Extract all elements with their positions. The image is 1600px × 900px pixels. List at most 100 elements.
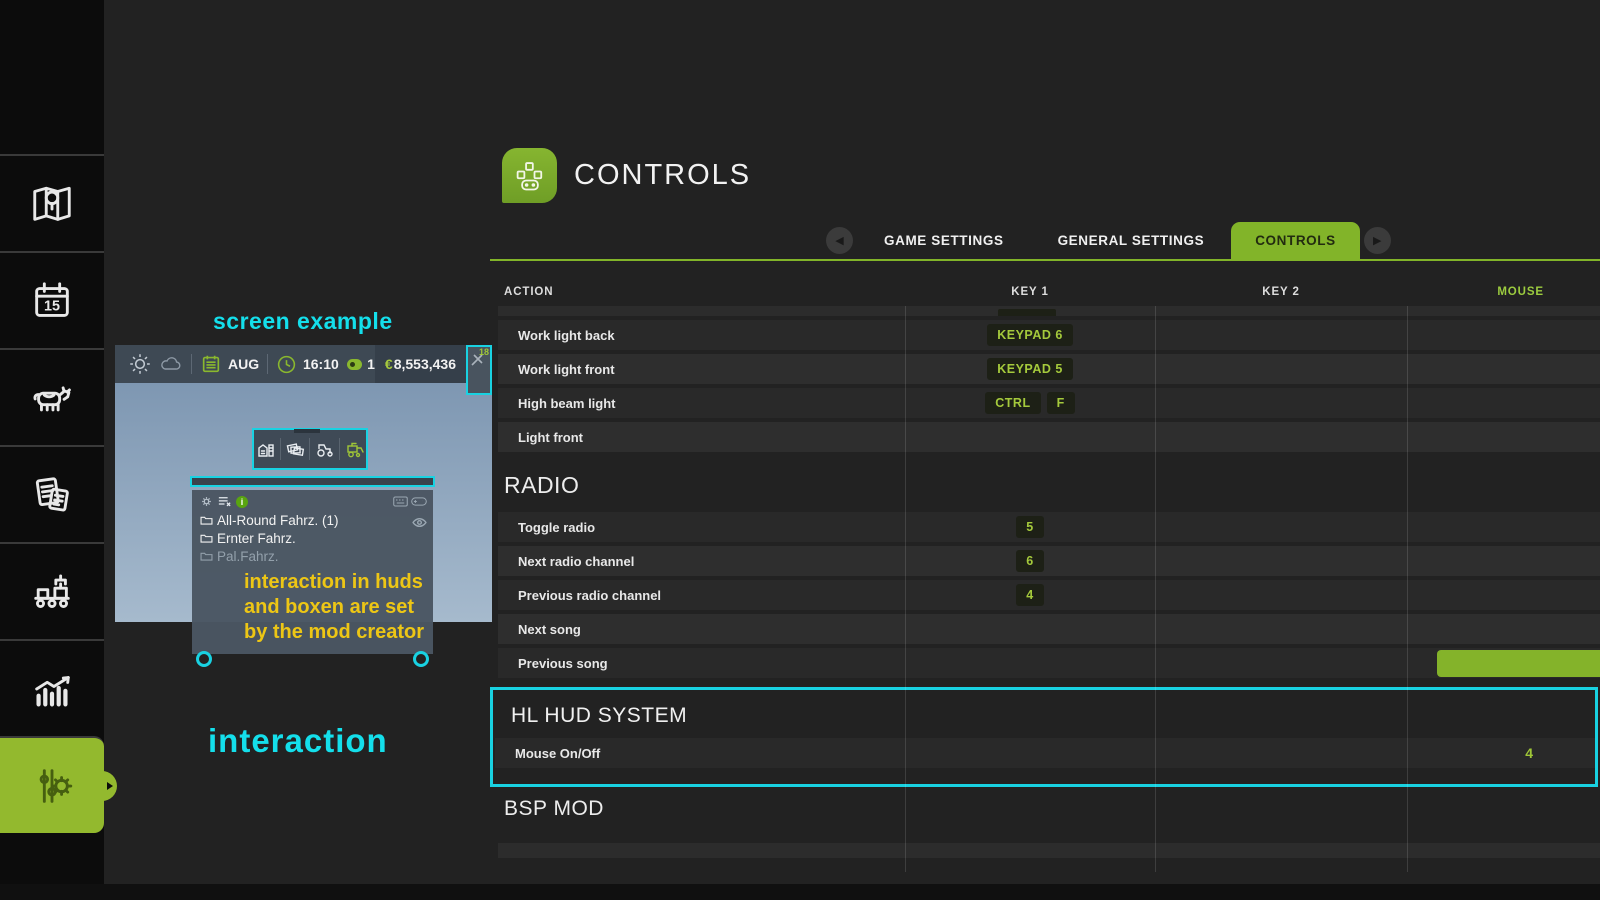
mouse-cell: 4 (1404, 738, 1595, 768)
folder-icon (200, 551, 213, 561)
gamepad-icon (411, 496, 427, 507)
key-badge[interactable]: CTRL (985, 392, 1040, 415)
key1-cell: 5 (905, 516, 1155, 539)
resize-handle-left (196, 651, 212, 667)
table-row[interactable]: Mouse On/Off4 (495, 738, 1595, 768)
column-header-key1: KEY 1 (905, 286, 1155, 298)
tab-underline (490, 259, 1600, 261)
table-row[interactable]: High beam light CTRL F (498, 388, 1600, 418)
money-value: 8,553,436 (394, 356, 456, 372)
keyboard-icon (393, 496, 408, 507)
panel-titlebar-highlight (190, 476, 435, 487)
buildings-icon (256, 439, 276, 459)
settings-icon (29, 763, 75, 809)
inset-calendar-icon (200, 353, 222, 375)
annotation-screen-example: screen example (213, 308, 393, 335)
key1-cell: KEYPAD 5 (905, 358, 1155, 381)
sidebar-spacer (0, 0, 104, 154)
mouse-cell (1407, 512, 1600, 542)
folder-icon (200, 533, 213, 543)
mouse-cell (1407, 614, 1600, 644)
vehicle-list-label: Pal.Fahrz. (217, 549, 279, 564)
inset-day-value: 1 (367, 356, 375, 372)
panel-body: i All-Round Fahrz. (1)Ernter Fahrz.Pal.F… (192, 490, 433, 654)
key-badge[interactable]: 5 (1016, 516, 1044, 539)
mouse-cell (1407, 388, 1600, 418)
inset-hud-iconbar (252, 428, 368, 470)
sidebar-item-animals[interactable] (0, 348, 104, 445)
table-row[interactable]: Work light backKEYPAD 6 (498, 320, 1600, 350)
bottom-strip (0, 884, 1600, 900)
table-row[interactable]: Next song (498, 614, 1600, 644)
key-badge[interactable]: 6 (1016, 550, 1044, 573)
table-row[interactable]: Next radio channel 6 (498, 546, 1600, 576)
sun-icon (127, 351, 153, 377)
sidebar: 15 (0, 0, 104, 900)
tab-controls[interactable]: CONTROLS (1231, 222, 1360, 259)
mouse-cell (1407, 648, 1600, 678)
harvester-icon (344, 439, 364, 459)
inset-sky: i All-Round Fahrz. (1)Ernter Fahrz.Pal.F… (115, 383, 492, 622)
key-badge[interactable]: KEYPAD 6 (987, 324, 1073, 347)
key1-cell: CTRL F (905, 392, 1155, 415)
hud-note-line: and boxen are set (244, 595, 424, 620)
table-row[interactable]: Work light front KEYPAD 5 (498, 354, 1600, 384)
panel-toolbar-right (393, 496, 427, 507)
eye-icon (412, 517, 427, 528)
column-header-action: ACTION (504, 286, 553, 298)
action-label: High beam light (498, 396, 905, 411)
tab-game-settings[interactable]: GAME SETTINGS (857, 222, 1031, 259)
prev-tab-arrow-icon[interactable]: ◀ (826, 227, 853, 254)
folder-icon (200, 515, 213, 525)
table-body: Work light backKEYPAD 6 Work light front K… (498, 320, 1600, 825)
vehicle-list-item: All-Round Fahrz. (1) (200, 511, 425, 529)
page-title: CONTROLS (574, 159, 751, 192)
table-row[interactable]: Previous song (498, 648, 1600, 678)
hud-note-line: by the mod creator (244, 620, 424, 645)
inset-hud-panel: i All-Round Fahrz. (1)Ernter Fahrz.Pal.F… (190, 476, 435, 660)
next-tab-arrow-icon[interactable]: ▶ (1364, 227, 1391, 254)
key-badge[interactable]: 4 (1016, 584, 1044, 607)
cow-icon (29, 375, 75, 421)
tab-list: GAME SETTINGSGENERAL SETTINGSCONTROLS (857, 222, 1360, 259)
inset-money: €8,553,436 (375, 345, 466, 383)
action-label: Next radio channel (498, 554, 905, 569)
table-row[interactable]: Previous radio channel4 (498, 580, 1600, 610)
svg-text:15: 15 (44, 298, 60, 314)
section-title: HL HUD SYSTEM (495, 690, 1595, 738)
sidebar-item-statistics[interactable] (0, 639, 104, 736)
key-badge[interactable]: KEYPAD 5 (987, 358, 1073, 381)
hud-note: interaction in hudsand boxen are setby t… (244, 570, 424, 645)
table-row[interactable]: Toggle radio5 (498, 512, 1600, 542)
highlight-box-hl-hud-system: HL HUD SYSTEMMouse On/Off4 (490, 687, 1598, 787)
cloud-icon (159, 355, 183, 373)
bar-chart-icon (29, 666, 75, 712)
vehicle-list-item: Pal.Fahrz. (200, 547, 425, 565)
sidebar-item-finances[interactable] (0, 445, 104, 542)
production-icon (29, 569, 75, 615)
mouse-binding-bar[interactable] (1437, 650, 1600, 677)
mouse-cell (1407, 580, 1600, 610)
action-label: Previous song (498, 656, 905, 671)
sidebar-item-map[interactable] (0, 154, 104, 251)
action-label: Work light front (498, 362, 905, 377)
tab-general-settings[interactable]: GENERAL SETTINGS (1031, 222, 1232, 259)
vehicle-list-label: All-Round Fahrz. (1) (217, 513, 339, 528)
vehicle-list-label: Ernter Fahrz. (217, 531, 296, 546)
key-badge[interactable]: F (1047, 392, 1075, 415)
section-title: RADIO (498, 456, 1600, 512)
map-icon (29, 181, 75, 227)
sidebar-item-production[interactable] (0, 542, 104, 639)
inset-screenshot: AUG 16:10 1 €8,553,436 18 (115, 345, 492, 622)
mouse-cell (1407, 422, 1600, 452)
hud-note-line: interaction in huds (244, 570, 424, 595)
key1-cell: 6 (905, 550, 1155, 573)
table-row[interactable]: Light front (498, 422, 1600, 452)
sidebar-item-settings[interactable] (0, 736, 104, 833)
section-title: BSP MOD (498, 795, 1600, 825)
inset-corner-highlight: 18 (466, 345, 492, 395)
mouse-cell (1407, 320, 1600, 350)
documents-icon (29, 472, 75, 518)
sidebar-item-calendar[interactable]: 15 (0, 251, 104, 348)
column-header-key2: KEY 2 (1155, 286, 1407, 298)
